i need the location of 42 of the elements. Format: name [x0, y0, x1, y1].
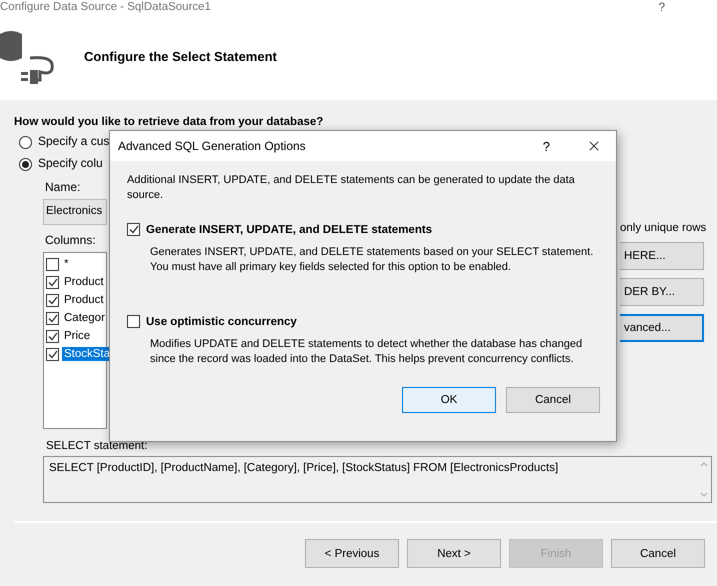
select-label: SELECT statement:	[46, 440, 148, 452]
name-field[interactable]: Electronics	[43, 199, 107, 225]
option-description: Modifies UPDATE and DELETE statements to detect whether the database has changed since the record was loaded into the DataSet. This helps prevent concurrency conflicts.	[150, 337, 584, 367]
column-checkbox[interactable]	[46, 276, 59, 288]
column-item[interactable]: *	[62, 257, 70, 271]
columns-label: Columns:	[45, 233, 96, 247]
clause-button[interactable]: HERE...	[620, 242, 704, 270]
option-label: Generate INSERT, UPDATE, and DELETE statements	[146, 224, 432, 236]
column-item[interactable]: Product	[62, 275, 106, 289]
option-checkbox[interactable]	[127, 223, 140, 236]
unique-rows-label: only unique rows	[620, 222, 704, 234]
column-checkbox[interactable]	[46, 258, 59, 270]
intro-text: Additional INSERT, UPDATE, and DELETE statements can be generated to update the data source.	[127, 173, 576, 203]
dialog-button[interactable]: OK	[402, 387, 496, 413]
wizard-button[interactable]: < Previous	[305, 539, 399, 568]
clause-button[interactable]: DER BY...	[620, 278, 704, 306]
radio-label: Specify a cus	[38, 134, 110, 148]
column-checkbox[interactable]	[46, 294, 59, 306]
column-checkbox[interactable]	[46, 330, 59, 342]
help-button[interactable]: ?	[658, 0, 665, 14]
radio-button[interactable]	[19, 136, 32, 148]
dialog-title: Advanced SQL Generation Options	[118, 139, 307, 153]
radio-label: Specify colu	[38, 156, 103, 170]
column-item[interactable]: Product	[62, 293, 106, 307]
column-checkbox[interactable]	[46, 312, 59, 324]
option-checkbox[interactable]	[127, 315, 140, 328]
radio-button[interactable]	[19, 158, 32, 170]
select-statement-box[interactable]: SELECT [ProductID], [ProductName], [Category], [Price], [StockStatus] FROM [ElectronicsProducts]	[43, 456, 712, 503]
page-heading: Configure the Select Statement	[84, 48, 277, 64]
column-item[interactable]: Categor	[62, 311, 107, 325]
clause-button[interactable]: vanced...	[620, 314, 704, 342]
dialog-button[interactable]: Cancel	[506, 387, 600, 413]
window-title: Configure Data Source - SqlDataSource1	[0, 0, 211, 14]
column-item[interactable]: Price	[62, 329, 92, 343]
option-description: Generates INSERT, UPDATE, and DELETE statements based on your SELECT statement. You must have all primary key fields selected for this option to be enabled.	[150, 245, 594, 275]
help-button[interactable]: ?	[542, 138, 550, 154]
wizard-button[interactable]: Next >	[407, 539, 501, 568]
retrieve-question: How would you like to retrieve data from your database?	[14, 116, 324, 128]
wizard-button[interactable]: Cancel	[611, 539, 705, 568]
option-label: Use optimistic concurrency	[146, 316, 297, 328]
name-label: Name:	[45, 180, 80, 194]
column-checkbox[interactable]	[46, 348, 59, 360]
